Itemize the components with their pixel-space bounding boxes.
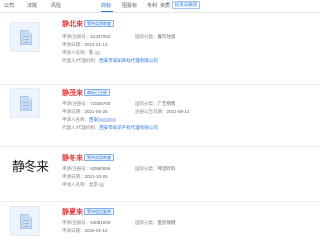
agent-link[interactable]: 西安市高知商标代理有限公司: [99, 58, 158, 63]
trademark-card[interactable]: 静北来 等待实质审查 申请/注册号：61337062 国际分类：餐饮住宿 申请日…: [0, 13, 320, 85]
trademark-logo: 静冬来: [12, 159, 49, 174]
publish-date-row: 注册公告日期：2021-09-14: [135, 109, 190, 114]
agent-link[interactable]: 西安市知识产权代理有限公司: [99, 125, 158, 130]
tab-investment[interactable]: 投资与融资: [172, 1, 200, 9]
applicant-row: 申请人名称：西安: [62, 117, 116, 123]
tab-company[interactable]: 公司: [4, 2, 14, 9]
tab-patent[interactable]: 专利: [147, 2, 157, 9]
intl-class-row: 国际分类：广告销售: [135, 101, 176, 106]
apply-date-row: 申请日期：2021-10-25: [62, 174, 108, 179]
intl-class-row: 国际分类：啤酒饮料: [135, 166, 176, 171]
active-tab-indicator: [101, 11, 113, 12]
status-badge: 等待驳回复审: [84, 208, 114, 215]
tab-risk[interactable]: 风险: [51, 2, 61, 9]
trademark-image-placeholder: [10, 22, 40, 52]
apply-date-row: 申请日期：2020-01-12: [62, 228, 108, 233]
reg-no-row: 申请/注册号：71508760: [62, 101, 111, 106]
trademark-name[interactable]: 静冬来: [62, 153, 83, 163]
reg-no-row: 申请/注册号：52580066: [62, 166, 111, 171]
trademark-card[interactable]: 静茂来 商标已注册 申请/注册号：71508760 国际分类：广告销售 申请日期…: [0, 85, 320, 147]
status-badge: 等待实质审查: [84, 154, 114, 161]
agent-row: 代理人/代理机构：西安市高知商标代理有限公司: [62, 58, 158, 63]
trademark-card[interactable]: 静夏来 等待驳回复审 申请/注册号：53091000 国际分类：医药保健 申请日…: [0, 202, 320, 240]
tab-qualification[interactable]: 资质: [160, 2, 170, 9]
apply-date-row: 申请日期：2021-05-25: [62, 109, 108, 114]
tab-court[interactable]: 法院: [27, 2, 37, 9]
applicant-row: 申请人名称：北京: [62, 182, 105, 188]
applicant-link[interactable]: 西安: [89, 117, 98, 122]
trademark-image-placeholder: [10, 206, 40, 236]
status-badge: 商标已注册: [84, 89, 110, 96]
applicant-row: 申请人名称：陈: [62, 50, 100, 56]
category-tab-bar: 公司 法院 风险 商标 招投标 专利 资质 投资与融资: [0, 0, 320, 13]
trademark-name[interactable]: 静北来: [62, 19, 83, 29]
tab-bidding[interactable]: 招投标: [122, 2, 137, 9]
tab-trademark[interactable]: 商标: [101, 2, 111, 9]
document-icon: [20, 96, 32, 111]
trademark-image-placeholder: [10, 88, 40, 118]
trademark-name[interactable]: 静茂来: [62, 88, 83, 98]
trademark-card[interactable]: 静冬来 静冬来 等待实质审查 申请/注册号：52580066 国际分类：啤酒饮料…: [0, 147, 320, 202]
document-icon: [20, 214, 32, 229]
reg-no-row: 申请/注册号：61337062: [62, 34, 111, 39]
intl-class-row: 国际分类：医药保健: [135, 220, 176, 225]
intl-class-row: 国际分类：餐饮住宿: [135, 34, 176, 39]
status-badge: 等待实质审查: [84, 20, 114, 27]
apply-date-row: 申请日期：2021-01-13: [62, 42, 108, 47]
reg-no-row: 申请/注册号：53091000: [62, 220, 111, 225]
agent-row: 代理人/代理机构：西安市知识产权代理有限公司: [62, 125, 158, 130]
trademark-name[interactable]: 静夏来: [62, 207, 83, 217]
document-icon: [20, 30, 32, 45]
